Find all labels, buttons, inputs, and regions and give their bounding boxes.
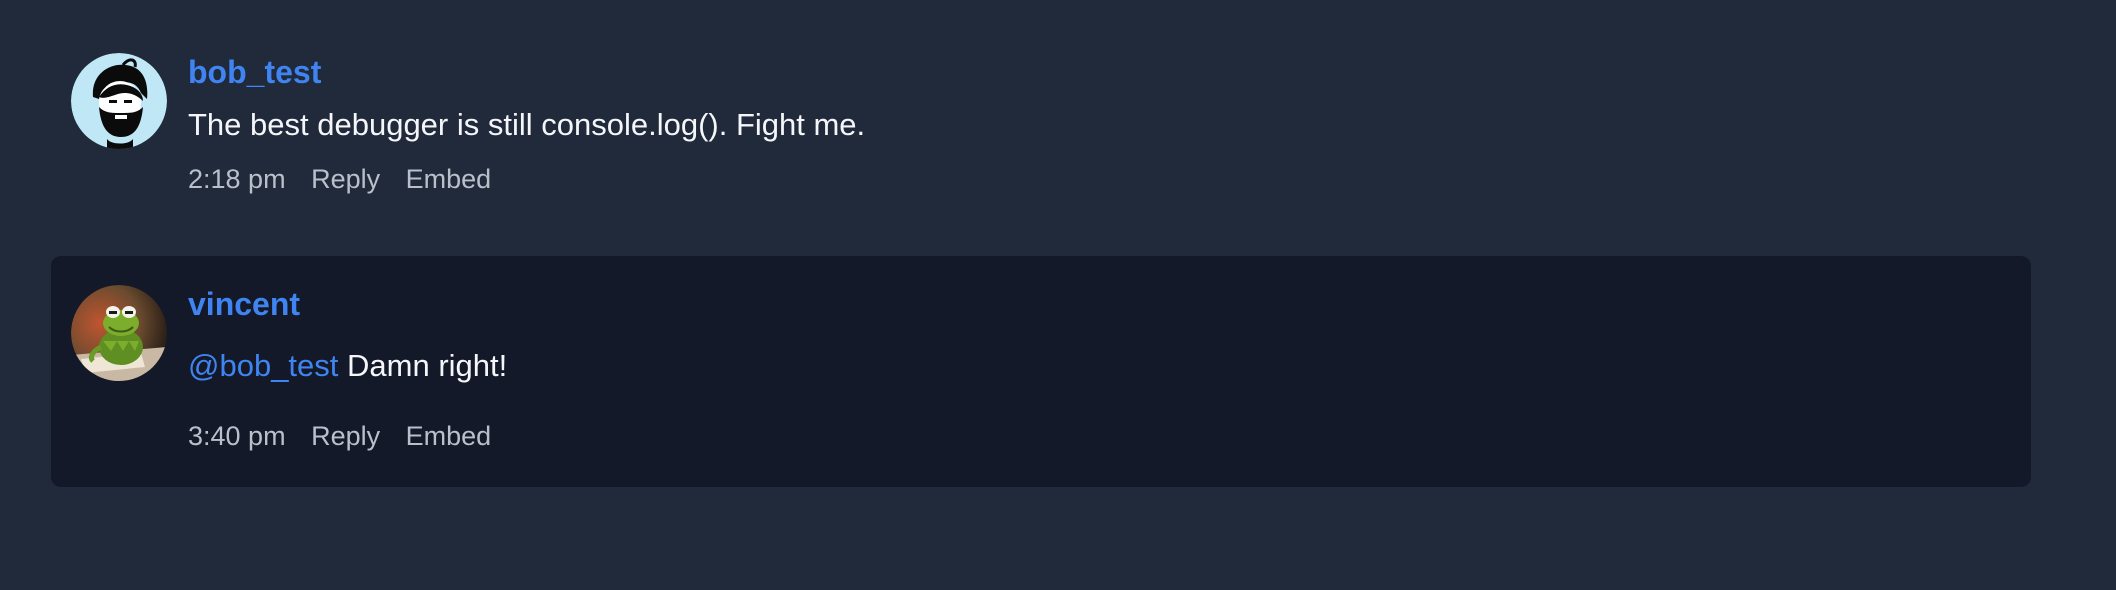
- comment-meta: 3:40 pm Reply Embed: [188, 420, 509, 452]
- comment-meta: 2:18 pm Reply Embed: [188, 163, 509, 195]
- reply-link[interactable]: Reply: [311, 164, 380, 194]
- comment-thread: bob_test The best debugger is still cons…: [0, 0, 2116, 590]
- comment-bob-test: bob_test The best debugger is still cons…: [51, 30, 2031, 210]
- embed-link[interactable]: Embed: [406, 164, 492, 194]
- mention-link[interactable]: @bob_test: [188, 348, 338, 383]
- comment-body: @bob_test Damn right!: [188, 348, 507, 384]
- embed-link[interactable]: Embed: [406, 421, 492, 451]
- timestamp[interactable]: 2:18 pm: [188, 164, 286, 194]
- username[interactable]: bob_test: [188, 54, 321, 90]
- comment-text: Damn right!: [347, 348, 508, 383]
- comment-vincent: vincent @bob_test Damn right! 3:40 pm Re…: [51, 256, 2031, 487]
- avatar[interactable]: [71, 285, 167, 381]
- timestamp[interactable]: 3:40 pm: [188, 421, 286, 451]
- avatar[interactable]: [71, 53, 167, 149]
- reply-link[interactable]: Reply: [311, 421, 380, 451]
- comment-body: The best debugger is still console.log()…: [188, 107, 866, 142]
- username[interactable]: vincent: [188, 286, 300, 322]
